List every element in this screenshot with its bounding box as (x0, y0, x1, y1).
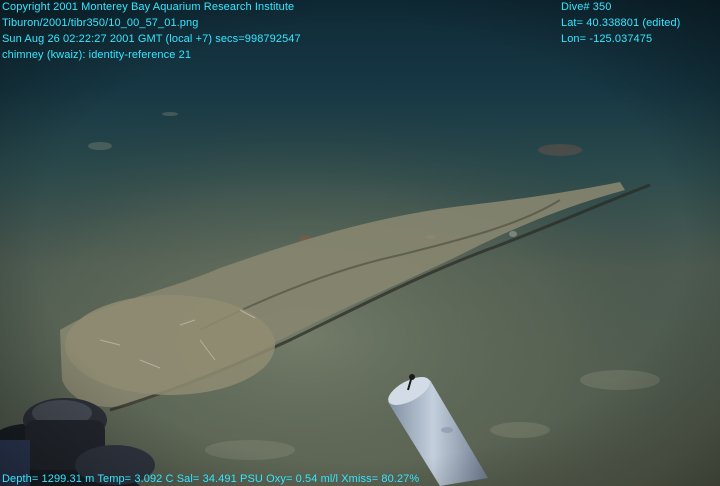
seafloor-scene (0, 0, 720, 486)
timestamp-line: Sun Aug 26 02:22:27 2001 GMT (local +7) … (2, 33, 301, 45)
vignette (0, 0, 720, 486)
annotation-line: chimney (kwaiz): identity-reference 21 (2, 49, 192, 61)
longitude: Lon= -125.037475 (561, 33, 653, 45)
copyright-line: Copyright 2001 Monterey Bay Aquarium Res… (2, 1, 295, 13)
overlay-bottom-telemetry: Depth= 1299.31 m Temp= 3.092 C Sal= 34.4… (2, 471, 419, 486)
seafloor-photo: Copyright 2001 Monterey Bay Aquarium Res… (0, 0, 720, 486)
overlay-top-right: Dive# 350 Lat= 40.338801 (edited) Lon= -… (561, 0, 680, 47)
dive-number: Dive# 350 (561, 1, 612, 13)
latitude: Lat= 40.338801 (edited) (561, 17, 681, 29)
overlay-top-left: Copyright 2001 Monterey Bay Aquarium Res… (2, 0, 301, 63)
image-path-line: Tiburon/2001/tibr350/10_00_57_01.png (2, 17, 199, 29)
telemetry-line: Depth= 1299.31 m Temp= 3.092 C Sal= 34.4… (2, 473, 420, 485)
